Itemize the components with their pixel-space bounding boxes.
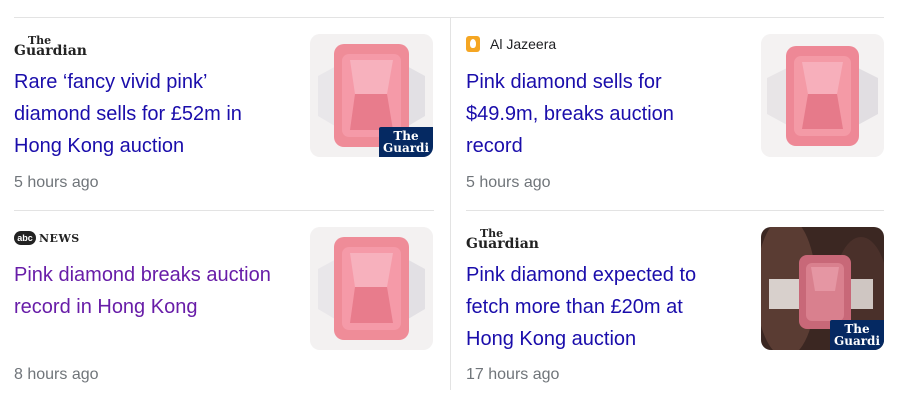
guardian-logo: The Guardian	[14, 34, 87, 59]
news-card-3[interactable]: abc NEWS Pink diamond breaks auction rec…	[14, 211, 434, 391]
news-card-1[interactable]: The Guardian Rare ‘fancy vivid pink’ diam…	[14, 18, 434, 208]
article-thumbnail[interactable]	[310, 227, 433, 350]
source-abc-news: abc NEWS	[14, 231, 80, 245]
source-guardian: The Guardian	[14, 34, 87, 59]
article-thumbnail[interactable]	[761, 34, 884, 157]
guardian-badge: The Guardi	[379, 127, 433, 157]
news-card-2[interactable]: Al Jazeera Pink diamond sells for $49.9m…	[466, 18, 884, 208]
headline-link[interactable]: Pink diamond breaks auction record in Ho…	[14, 259, 271, 323]
guardian-logo: The Guardian	[466, 227, 539, 252]
abc-logo-icon: abc	[14, 231, 36, 245]
source-guardian: The Guardian	[466, 227, 539, 252]
timestamp: 5 hours ago	[14, 174, 99, 191]
news-card-4[interactable]: The Guardian Pink diamond expected to fet…	[466, 211, 884, 391]
timestamp: 5 hours ago	[466, 174, 551, 191]
timestamp: 8 hours ago	[14, 366, 99, 383]
source-name: Al Jazeera	[490, 36, 557, 52]
timestamp: 17 hours ago	[466, 366, 560, 383]
headline-link[interactable]: Pink diamond expected to fetch more than…	[466, 259, 696, 355]
pink-diamond-ring-image	[761, 34, 884, 157]
aljazeera-logo-icon	[466, 36, 480, 52]
pink-diamond-ring-image	[310, 227, 433, 350]
headline-link[interactable]: Rare ‘fancy vivid pink’ diamond sells fo…	[14, 66, 242, 162]
abc-news-wordmark: NEWS	[39, 231, 80, 245]
article-thumbnail[interactable]: The Guardi	[761, 227, 884, 350]
source-aljazeera: Al Jazeera	[466, 36, 556, 52]
article-thumbnail[interactable]: The Guardi	[310, 34, 433, 157]
headline-link[interactable]: Pink diamond sells for $49.9m, breaks au…	[466, 66, 674, 162]
guardian-badge: The Guardi	[830, 320, 884, 350]
column-divider	[450, 18, 451, 390]
